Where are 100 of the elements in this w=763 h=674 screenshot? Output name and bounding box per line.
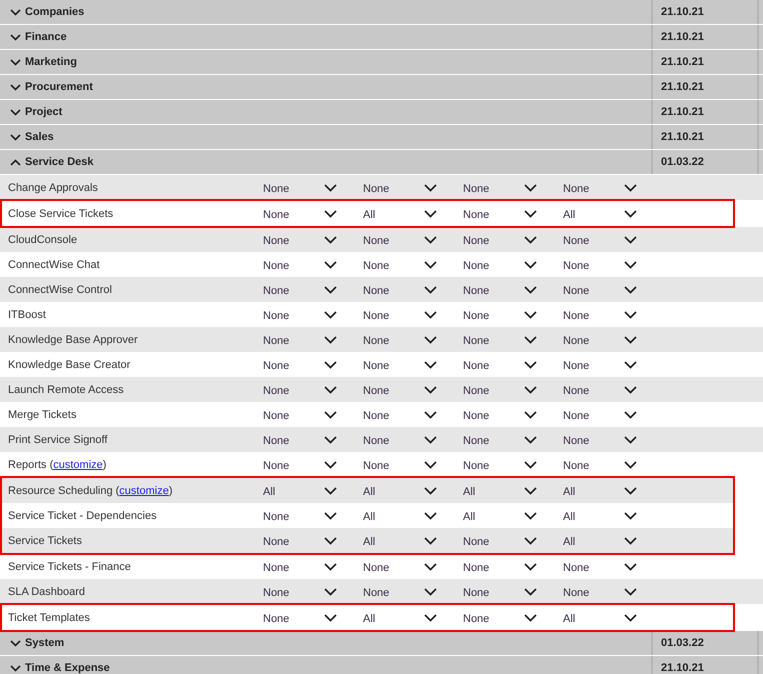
chevron-down-icon (424, 614, 437, 622)
access-dropdown[interactable]: None (563, 404, 663, 424)
access-dropdown[interactable]: None (563, 454, 663, 474)
access-dropdown[interactable]: None (263, 204, 363, 224)
access-dropdown[interactable]: None (463, 330, 563, 350)
chevron-down-icon (524, 336, 537, 344)
access-dropdown[interactable]: None (463, 254, 563, 274)
access-dropdown[interactable]: None (463, 430, 563, 450)
access-dropdown[interactable]: None (563, 354, 663, 374)
access-dropdown[interactable]: All (563, 506, 663, 526)
access-dropdown[interactable]: None (263, 178, 363, 198)
access-dropdown[interactable]: All (563, 608, 663, 628)
access-dropdown[interactable]: None (263, 608, 363, 628)
access-dropdown[interactable]: None (563, 230, 663, 250)
chevron-down-icon (10, 84, 21, 90)
access-dropdown[interactable]: None (463, 280, 563, 300)
chevron-down-icon (10, 134, 21, 140)
access-dropdown[interactable]: None (463, 404, 563, 424)
access-dropdown[interactable]: None (563, 304, 663, 324)
access-dropdown[interactable]: All (263, 480, 363, 500)
chevron-down-icon (424, 562, 437, 570)
permission-label: SLA Dashboard (7, 586, 86, 598)
chevron-down-icon (424, 236, 437, 244)
access-dropdown[interactable]: None (263, 330, 363, 350)
customize-link[interactable]: customize (53, 458, 103, 470)
access-dropdown[interactable]: None (563, 178, 663, 198)
access-dropdown[interactable]: All (563, 530, 663, 550)
access-dropdown[interactable]: None (563, 254, 663, 274)
access-dropdown[interactable]: None (263, 506, 363, 526)
chevron-down-icon (624, 210, 637, 218)
permission-label: Merge Tickets (7, 408, 78, 420)
access-dropdown[interactable]: None (463, 380, 563, 400)
chevron-down-icon (424, 184, 437, 192)
access-dropdown[interactable]: None (463, 354, 563, 374)
access-dropdown[interactable]: None (463, 178, 563, 198)
access-dropdown[interactable]: All (363, 530, 463, 550)
access-dropdown[interactable]: None (463, 230, 563, 250)
chevron-down-icon (424, 486, 437, 494)
access-dropdown[interactable]: All (363, 480, 463, 500)
chevron-down-icon (624, 236, 637, 244)
access-dropdown[interactable]: None (363, 380, 463, 400)
access-dropdown[interactable]: None (363, 230, 463, 250)
access-dropdown[interactable]: None (463, 582, 563, 602)
access-dropdown[interactable]: None (363, 330, 463, 350)
chevron-down-icon (424, 512, 437, 520)
permission-label: Change Approvals (7, 182, 99, 194)
permission-label: ConnectWise Control (7, 284, 113, 296)
access-dropdown[interactable]: All (463, 506, 563, 526)
access-dropdown[interactable]: None (363, 430, 463, 450)
access-dropdown[interactable]: None (463, 530, 563, 550)
chevron-down-icon (524, 486, 537, 494)
access-dropdown[interactable]: None (263, 230, 363, 250)
chevron-down-icon (624, 386, 637, 394)
chevron-down-icon (624, 410, 637, 418)
chevron-down-icon (524, 360, 537, 368)
chevron-down-icon (424, 310, 437, 318)
access-dropdown[interactable]: None (563, 280, 663, 300)
access-dropdown[interactable]: All (363, 608, 463, 628)
permission-label: Print Service Signoff (7, 434, 108, 446)
chevron-down-icon (624, 486, 637, 494)
access-dropdown[interactable]: None (563, 430, 663, 450)
access-dropdown[interactable]: None (363, 556, 463, 576)
access-dropdown[interactable]: None (563, 330, 663, 350)
permission-label: Ticket Templates (7, 612, 91, 624)
access-dropdown[interactable]: None (263, 380, 363, 400)
access-dropdown[interactable]: None (463, 556, 563, 576)
access-dropdown[interactable]: All (563, 204, 663, 224)
access-dropdown[interactable]: None (463, 204, 563, 224)
access-dropdown[interactable]: None (263, 430, 363, 450)
access-dropdown[interactable]: None (263, 454, 363, 474)
access-dropdown[interactable]: None (463, 608, 563, 628)
access-dropdown[interactable]: None (563, 582, 663, 602)
access-dropdown[interactable]: None (263, 582, 363, 602)
access-dropdown[interactable]: All (463, 480, 563, 500)
access-dropdown[interactable]: None (263, 530, 363, 550)
access-dropdown[interactable]: None (363, 354, 463, 374)
access-dropdown[interactable]: None (563, 380, 663, 400)
chevron-down-icon (624, 286, 637, 294)
access-dropdown[interactable]: None (363, 304, 463, 324)
access-dropdown[interactable]: None (463, 454, 563, 474)
access-dropdown[interactable]: None (263, 304, 363, 324)
access-dropdown[interactable]: None (363, 254, 463, 274)
access-dropdown[interactable]: None (363, 582, 463, 602)
access-dropdown[interactable]: None (263, 280, 363, 300)
access-dropdown[interactable]: None (363, 404, 463, 424)
customize-link[interactable]: customize (119, 484, 169, 496)
access-dropdown[interactable]: All (363, 506, 463, 526)
access-dropdown[interactable]: All (563, 480, 663, 500)
permission-label: Service Tickets (7, 534, 83, 546)
access-dropdown[interactable]: None (463, 304, 563, 324)
access-dropdown[interactable]: None (263, 556, 363, 576)
access-dropdown[interactable]: None (263, 404, 363, 424)
access-dropdown[interactable]: None (363, 178, 463, 198)
access-dropdown[interactable]: None (563, 556, 663, 576)
access-dropdown[interactable]: None (263, 354, 363, 374)
access-dropdown[interactable]: None (263, 254, 363, 274)
access-dropdown[interactable]: None (363, 454, 463, 474)
access-dropdown[interactable]: All (363, 204, 463, 224)
chevron-down-icon (424, 336, 437, 344)
access-dropdown[interactable]: None (363, 280, 463, 300)
